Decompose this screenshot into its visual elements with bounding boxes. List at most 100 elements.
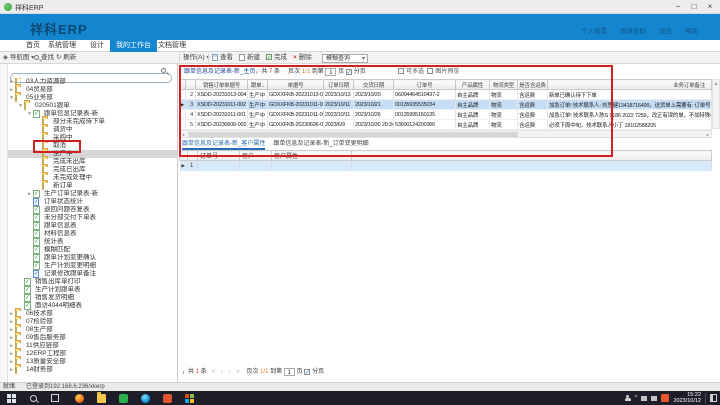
taskbar-clock[interactable]: 15:22 2023/10/12 (673, 392, 701, 404)
image-preview-checkbox[interactable] (427, 68, 433, 74)
column-header[interactable]: 是否含运费 (518, 80, 548, 90)
column-header[interactable] (186, 80, 196, 90)
tree-item[interactable]: 采购中 (8, 134, 178, 142)
task-view-button[interactable] (44, 391, 66, 405)
tree-item[interactable]: ✓订单状态统计 (8, 198, 178, 206)
tree-item[interactable]: ✓跟单计划变更确认 (8, 254, 178, 262)
column-header[interactable] (352, 151, 712, 161)
column-header[interactable]: 订单号 (198, 151, 240, 161)
fuzzy-query-select[interactable]: 模糊查询▾ (322, 54, 368, 63)
tree-item[interactable]: 完成未出库 (8, 158, 178, 166)
tree-item[interactable]: ▾020501跟单 (8, 102, 178, 110)
column-header[interactable] (188, 151, 198, 161)
tree-item[interactable]: ▸✓生产订单记录表-新 (8, 190, 178, 198)
tree-item[interactable]: ▾✓跟单信息记录表-新 (8, 110, 178, 118)
column-header[interactable]: 单据号 (268, 80, 324, 90)
tree-item[interactable]: ✓统计表 (8, 238, 178, 246)
tree-expander-icon[interactable]: ▸ (8, 310, 15, 318)
tree-item[interactable]: ✓面访4044明细表 (8, 302, 178, 310)
tree-item[interactable]: ✓材料信息表 (8, 230, 178, 238)
tree-item[interactable]: ✓未分部交付下单表 (8, 214, 178, 222)
taskbar-app-edge[interactable] (134, 391, 156, 405)
tree-expander-icon[interactable]: ▾ (26, 110, 33, 118)
tree-item[interactable]: ✓模糊匹配 (8, 246, 178, 254)
taskbar-app-firefox[interactable] (68, 391, 90, 405)
close-button[interactable]: × (702, 0, 718, 14)
table-row[interactable]: ▶3XSDD-20231011-002生产中GDXXFKB-20231011-0… (180, 100, 712, 110)
tree-expander-icon[interactable]: ▸ (8, 78, 15, 86)
tree-item[interactable]: ▸11供应链部 (8, 342, 178, 350)
detail-tab[interactable]: 跟单信息及记录表-新_客户属性 (182, 140, 265, 150)
column-header[interactable]: 客户 (240, 151, 272, 161)
search-icon[interactable] (161, 68, 166, 73)
tree-expander-icon[interactable]: ▸ (8, 358, 15, 366)
maximize-button[interactable]: □ (686, 0, 702, 14)
tree-expander-icon[interactable]: ▸ (8, 326, 15, 334)
tray-expand-icon[interactable]: ^ (635, 395, 638, 401)
tree-item[interactable]: ▸13质量安全部 (8, 358, 178, 366)
tree-expander-icon[interactable]: ▸ (8, 318, 15, 326)
tree-item[interactable]: 完成已出库 (8, 166, 178, 174)
detail-tab[interactable]: 跟单信息及记录表-新_订单变更明细 (273, 140, 368, 150)
column-header[interactable]: 销售订单单据号 (196, 80, 248, 90)
taskbar-app-green[interactable] (112, 391, 134, 405)
table-row[interactable]: 5XSDD-20230606-002生产中GDXXFKB-20230606-00… (180, 120, 712, 130)
detail-paging-checkbox[interactable]: ✓ (304, 369, 310, 375)
tree-expander-icon[interactable]: ▸ (8, 350, 15, 358)
action-menu-button[interactable]: 操作(A) ▾ (183, 52, 210, 64)
detail-goto-page-input[interactable]: 1 (284, 368, 295, 376)
column-header[interactable]: 客户属性 (272, 151, 352, 161)
tree-expander-icon[interactable]: ▸ (8, 86, 15, 94)
speaker-icon[interactable] (641, 396, 647, 401)
create-button[interactable]: 新建 (239, 52, 260, 64)
taskbar-search-button[interactable] (22, 391, 44, 405)
tree-item[interactable]: ▸08生产部 (8, 326, 178, 334)
notification-center-icon[interactable] (710, 394, 717, 402)
scroll-right-icon[interactable]: ▸ (707, 131, 709, 138)
header-link[interactable]: 修改密码 (620, 25, 646, 35)
tree-item[interactable]: 生产中 (8, 150, 178, 158)
tree-item[interactable]: 取消 (8, 142, 178, 150)
tree-item[interactable]: ▸03人力资源部 (8, 78, 178, 86)
column-header[interactable] (180, 151, 188, 161)
tree-expander-icon[interactable]: ▸ (8, 334, 15, 342)
column-header[interactable]: 跟单.. (248, 80, 268, 90)
complete-button[interactable]: ✓完成 (266, 52, 287, 64)
tree-expander-icon[interactable]: ▸ (8, 342, 15, 350)
taskbar-app-explorer[interactable] (90, 391, 112, 405)
tree-expander-icon[interactable]: ▾ (8, 94, 15, 102)
tree-item[interactable]: 未完成处理中 (8, 174, 178, 182)
start-button[interactable] (0, 391, 22, 405)
pager-arrows[interactable]: « ‹ › » (212, 369, 242, 375)
tree-item[interactable]: ▸12ERP工程部 (8, 350, 178, 358)
network-icon[interactable] (651, 396, 657, 401)
tree-item[interactable]: ✓跟单信息表 (8, 222, 178, 230)
tree-item[interactable]: ▸14财务部 (8, 366, 178, 374)
tree-item[interactable]: ✓生产计划变更明细 (8, 262, 178, 270)
tree-item[interactable]: ✓销售出库单打印 (8, 278, 178, 286)
tree-item[interactable]: 新订单 (8, 182, 178, 190)
navigator-button[interactable]: ◈ 导航图 ▾ (3, 52, 34, 64)
tree-item[interactable]: 调货中 (8, 126, 178, 134)
menu-tab[interactable]: 设计 (84, 40, 110, 52)
tree-item[interactable]: ▸06技术部 (8, 310, 178, 318)
taskbar-app-grid[interactable] (178, 391, 200, 405)
delete-button[interactable]: ×删除 (293, 52, 312, 64)
table-row[interactable]: 2XSDD-20231013-004生产中GDXXFKB-20231013-00… (180, 90, 712, 100)
column-header[interactable]: 交货日期 (354, 80, 394, 90)
menu-tab[interactable]: 系统管理 (42, 40, 82, 52)
tree-item[interactable]: ✓生产计划跟单表 (8, 286, 178, 294)
tree-item[interactable]: ▾05业务部 (8, 94, 178, 102)
tree-item[interactable]: ✓记录修改跟单备注 (8, 270, 178, 278)
tree-item[interactable]: ✓销售发货明细 (8, 294, 178, 302)
view-button[interactable]: 查看 (212, 52, 233, 64)
find-button[interactable]: 查找 (34, 52, 54, 64)
tree-item[interactable]: ▸09售后服务部 (8, 334, 178, 342)
tree-item[interactable]: ▸04贸易部 (8, 86, 178, 94)
contacts-icon[interactable] (625, 395, 631, 402)
horizontal-scrollbar[interactable]: ◂ ▸ (179, 130, 712, 138)
tree-item[interactable]: ✓退回问题答复表 (8, 206, 178, 214)
tray-app-icon[interactable] (661, 394, 669, 402)
paging-checkbox[interactable]: ✓ (346, 69, 352, 75)
header-link[interactable]: 帮助 (685, 25, 698, 35)
